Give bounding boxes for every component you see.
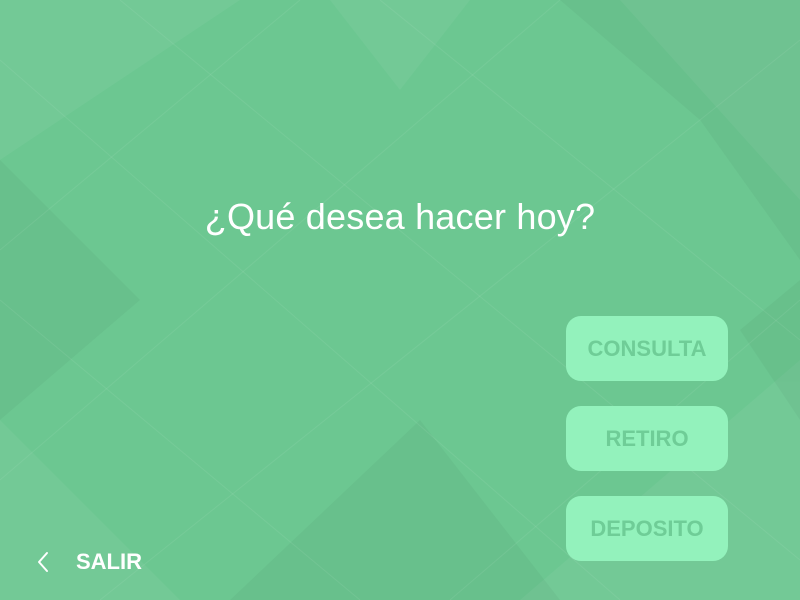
chevron-left-icon — [38, 552, 48, 572]
exit-button[interactable]: SALIR — [34, 543, 142, 581]
page-title: ¿Qué desea hacer hoy? — [204, 196, 596, 237]
retiro-button[interactable]: RETIRO — [566, 406, 728, 471]
exit-label: SALIR — [76, 549, 142, 574]
consulta-button[interactable]: CONSULTA — [566, 316, 728, 381]
atm-main-screen: ¿Qué desea hacer hoy? CONSULTA RETIRO DE… — [0, 0, 800, 600]
deposito-button[interactable]: DEPOSITO — [566, 496, 728, 561]
